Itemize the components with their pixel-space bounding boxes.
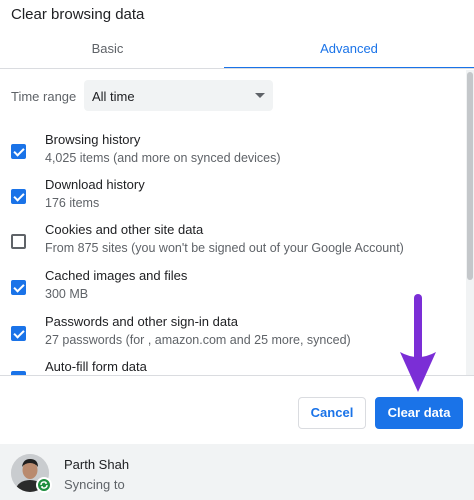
data-type-list: Browsing history 4,025 items (and more o… xyxy=(0,122,462,375)
list-item-cookies[interactable]: Cookies and other site data From 875 sit… xyxy=(0,222,462,266)
account-sync-bar: Parth Shah Syncing to xyxy=(0,444,474,500)
checkbox-checked-icon[interactable] xyxy=(11,326,26,341)
scrollbar-thumb[interactable] xyxy=(467,72,473,280)
item-title: Cached images and files xyxy=(45,268,188,283)
checkbox-checked-icon[interactable] xyxy=(11,280,26,295)
account-name: Parth Shah xyxy=(64,457,130,472)
item-title: Browsing history xyxy=(45,132,141,147)
item-title: Download history xyxy=(45,177,145,192)
list-item-passwords[interactable]: Passwords and other sign-in data 27 pass… xyxy=(0,314,462,358)
item-title: Passwords and other sign-in data xyxy=(45,314,238,329)
item-title: Cookies and other site data xyxy=(45,222,204,237)
tab-bar: Basic Advanced xyxy=(0,33,474,69)
item-description: 300 MB xyxy=(45,287,89,301)
dialog-title: Clear browsing data xyxy=(11,6,145,23)
list-item-cached-images[interactable]: Cached images and files 300 MB xyxy=(0,268,462,312)
tabs-divider xyxy=(0,68,474,69)
time-range-select[interactable]: All time xyxy=(84,80,273,111)
checkbox-checked-icon[interactable] xyxy=(11,189,26,204)
time-range-label: Time range xyxy=(11,89,77,104)
item-description: 4,025 items (and more on synced devices) xyxy=(45,151,281,165)
list-item-download-history[interactable]: Download history 176 items xyxy=(0,177,462,221)
item-description: 27 passwords (for , amazon.com and 25 mo… xyxy=(45,333,351,347)
time-range-value: All time xyxy=(92,89,135,104)
list-item-browsing-history[interactable]: Browsing history 4,025 items (and more o… xyxy=(0,132,462,176)
time-range-row: Time range All time xyxy=(0,80,474,112)
cancel-button[interactable]: Cancel xyxy=(298,397,366,429)
chevron-down-icon xyxy=(255,93,265,98)
clear-data-button[interactable]: Clear data xyxy=(375,397,463,429)
checkbox-checked-icon[interactable] xyxy=(11,144,26,159)
item-description: 176 items xyxy=(45,196,100,210)
scrollbar-track[interactable] xyxy=(466,70,474,375)
clear-browsing-data-dialog: Clear browsing data Basic Advanced Time … xyxy=(0,0,474,500)
arrow-down-icon xyxy=(400,294,436,392)
item-description: From 875 sites (you won't be signed out … xyxy=(45,241,404,255)
tab-advanced[interactable]: Advanced xyxy=(224,33,474,69)
sync-icon xyxy=(36,477,52,493)
list-item-autofill[interactable]: Auto-fill form data xyxy=(0,359,462,375)
tab-basic[interactable]: Basic xyxy=(0,33,215,67)
item-title: Auto-fill form data xyxy=(45,359,147,374)
checkbox-unchecked-icon[interactable] xyxy=(11,234,26,249)
sync-status: Syncing to xyxy=(64,477,125,492)
